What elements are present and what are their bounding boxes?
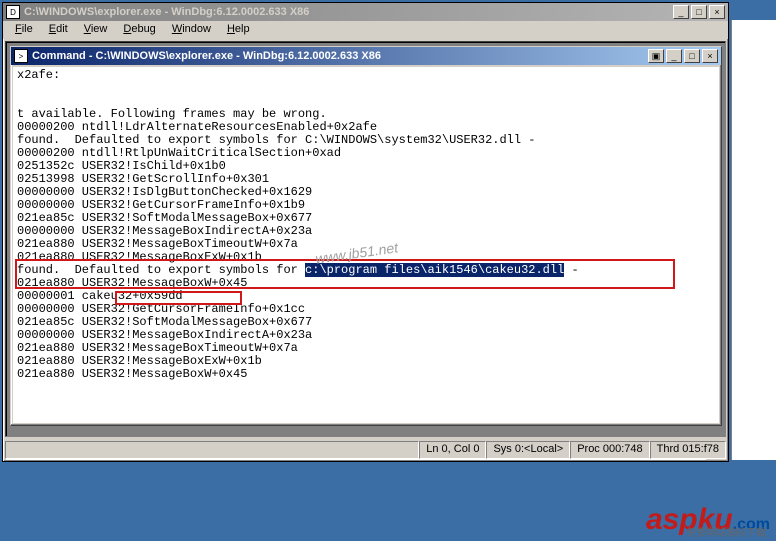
out-line: found. Defaulted to export symbols for C…	[17, 133, 535, 147]
menu-window[interactable]: Window	[164, 22, 219, 38]
out-line: 021ea85c USER32!SoftModalMessageBox+0x67…	[17, 211, 312, 225]
windbg-main-window: D C:\WINDOWS\explorer.exe - WinDbg:6.12.…	[2, 2, 729, 462]
statusbar: Ln 0, Col 0 Sys 0:<Local> Proc 000:748 T…	[5, 441, 726, 459]
out-line: 0251352c USER32!IsChild+0x1b0	[17, 159, 226, 173]
out-line: 021ea880 USER32!MessageBoxTimeoutW+0x7a	[17, 237, 298, 251]
menu-edit[interactable]: Edit	[41, 22, 76, 38]
main-title-text: C:\WINDOWS\explorer.exe - WinDbg:6.12.00…	[24, 6, 673, 18]
main-titlebar-controls: _ □ ×	[673, 5, 725, 19]
menu-debug[interactable]: Debug	[115, 22, 163, 38]
status-process: Proc 000:748	[570, 441, 649, 459]
status-system: Sys 0:<Local>	[486, 441, 570, 459]
out-line: 00000000 USER32!MessageBoxIndirectA+0x23…	[17, 328, 312, 342]
out-line: 00000200 ntdll!LdrAlternateResourcesEnab…	[17, 120, 377, 134]
command-icon: >	[14, 49, 28, 63]
mdi-client-area: > Command - C:\WINDOWS\explorer.exe - Wi…	[5, 41, 726, 437]
out-line: 00000200 ntdll!RtlpUnWaitCriticalSection…	[17, 146, 341, 160]
cmd-minimize-button[interactable]: _	[666, 49, 682, 63]
menubar: File Edit View Debug Window Help	[3, 21, 728, 39]
menu-help[interactable]: Help	[219, 22, 258, 38]
close-button[interactable]: ×	[709, 5, 725, 19]
status-empty	[5, 441, 419, 459]
brand-subtitle: 免费网站源码下载	[686, 524, 766, 539]
main-titlebar: D C:\WINDOWS\explorer.exe - WinDbg:6.12.…	[3, 3, 728, 21]
out-line: 021ea880 USER32!MessageBoxTimeoutW+0x7a	[17, 341, 298, 355]
maximize-button[interactable]: □	[691, 5, 707, 19]
app-icon: D	[6, 5, 20, 19]
cmd-dock-button[interactable]: ▣	[648, 49, 664, 63]
cmd-maximize-button[interactable]: □	[684, 49, 700, 63]
out-line: 00000000 USER32!IsDlgButtonChecked+0x162…	[17, 185, 312, 199]
command-title-text: Command - C:\WINDOWS\explorer.exe - WinD…	[32, 50, 648, 62]
minimize-button[interactable]: _	[673, 5, 689, 19]
status-position: Ln 0, Col 0	[419, 441, 486, 459]
menu-file[interactable]: File	[7, 22, 41, 38]
cmd-close-button[interactable]: ×	[702, 49, 718, 63]
out-line: 00000000 USER32!GetCursorFrameInfo+0x1b9	[17, 198, 305, 212]
command-output[interactable]: x2afe: t available. Following frames may…	[13, 67, 719, 423]
command-titlebar-controls: ▣ _ □ ×	[648, 49, 718, 63]
out-line: x2afe:	[17, 68, 60, 82]
highlight-box-2	[115, 291, 242, 305]
out-line: 021ea880 USER32!MessageBoxExW+0x1b	[17, 354, 262, 368]
out-line: 02513998 USER32!GetScrollInfo+0x301	[17, 172, 269, 186]
highlight-box-1	[15, 259, 675, 289]
out-line: 021ea85c USER32!SoftModalMessageBox+0x67…	[17, 315, 312, 329]
out-line: t available. Following frames may be wro…	[17, 107, 327, 121]
background-window-peek	[731, 20, 776, 460]
command-window: > Command - C:\WINDOWS\explorer.exe - Wi…	[10, 46, 722, 426]
out-line: 021ea880 USER32!MessageBoxW+0x45	[17, 367, 247, 381]
out-line: 00000000 USER32!MessageBoxIndirectA+0x23…	[17, 224, 312, 238]
menu-view[interactable]: View	[76, 22, 116, 38]
status-thread: Thrd 015:f78	[650, 441, 726, 459]
command-titlebar: > Command - C:\WINDOWS\explorer.exe - Wi…	[11, 47, 721, 65]
